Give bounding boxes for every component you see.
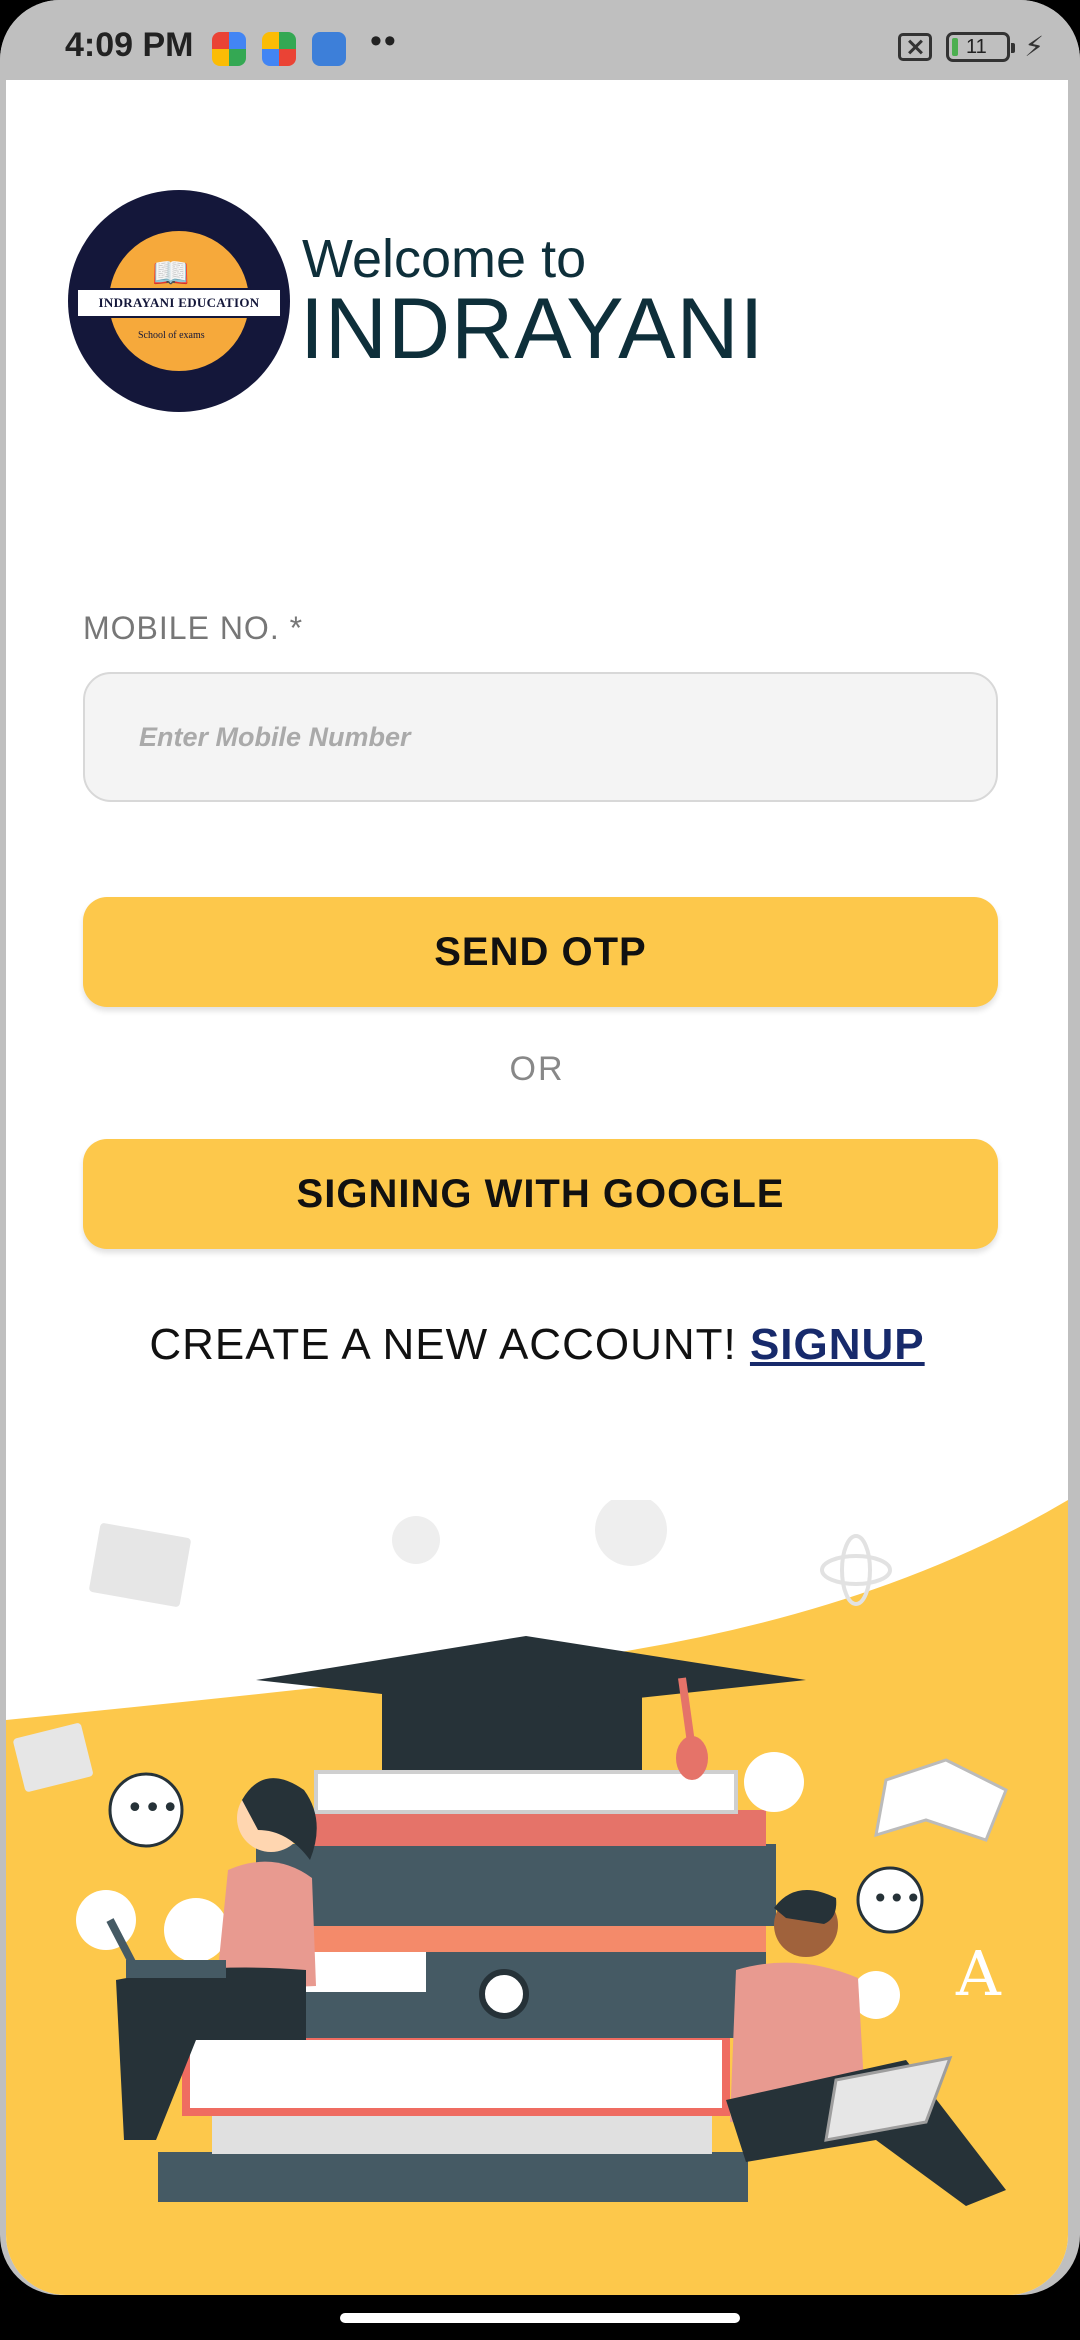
battery-icon: 11: [946, 31, 1016, 62]
charging-icon: ⚡: [1024, 31, 1044, 62]
chat-bubble-dots: •••: [872, 1882, 922, 1915]
indrayani-logo: 📖 INDRAYANI EDUCATION School of exams: [68, 190, 290, 412]
letter-a-icon: A: [955, 1937, 1002, 2010]
brand-title: INDRAYANI: [300, 281, 765, 377]
google-signin-button[interactable]: SIGNING WITH GOOGLE: [83, 1139, 998, 1249]
book: [212, 2110, 712, 2154]
gear-icon: [744, 1752, 804, 1812]
app-notification-icon: [212, 32, 246, 66]
chat-bubble-dots: •••: [126, 1791, 179, 1826]
message-notification-icon: [312, 32, 346, 66]
book: [182, 2032, 730, 2116]
image-placeholder-icon: [89, 1523, 191, 1607]
signup-link[interactable]: SIGNUP: [750, 1320, 925, 1369]
book: [158, 2152, 748, 2202]
gear-icon: [76, 1890, 136, 1950]
login-screen: 📖 INDRAYANI EDUCATION School of exams We…: [6, 80, 1068, 2295]
or-divider: OR: [509, 1050, 565, 1088]
battery-level: 11: [965, 35, 987, 58]
app-notification-icon: [262, 32, 296, 66]
gear-icon: [392, 1516, 440, 1564]
students-books-illustration: ••• ••• A: [6, 1500, 1068, 2295]
laptop-icon: [126, 1960, 226, 1978]
book: [306, 1924, 766, 1952]
book-ring: [479, 1969, 529, 2019]
gear-icon: [164, 1898, 228, 1962]
signup-prompt: CREATE A NEW ACCOUNT!: [149, 1320, 750, 1369]
no-sim-icon: [898, 32, 933, 61]
send-otp-button[interactable]: SEND OTP: [83, 897, 998, 1007]
tassel-end: [676, 1736, 708, 1780]
signup-row: CREATE A NEW ACCOUNT! SIGNUP: [6, 1320, 1068, 1370]
atom-icon: [820, 1554, 892, 1586]
mobile-label: MOBILE NO. *: [83, 610, 304, 646]
status-time: 4:09 PM: [65, 26, 194, 64]
status-right: 11 ⚡: [898, 30, 1044, 63]
book: [314, 1770, 738, 1814]
logo-ribbon: INDRAYANI EDUCATION: [76, 288, 282, 318]
gear-icon: [595, 1500, 667, 1566]
more-notifications-icon: ••: [370, 22, 398, 60]
mobile-number-input[interactable]: [83, 672, 998, 802]
atom-icon: [840, 1534, 872, 1606]
open-book-icon: 📖: [152, 257, 190, 290]
book: [306, 1810, 766, 1846]
logo-subtext: School of exams: [138, 330, 205, 341]
book: [256, 1844, 776, 1926]
status-bar: 4:09 PM •• 11 ⚡: [0, 0, 1080, 80]
home-indicator[interactable]: [340, 2313, 740, 2323]
phone-frame: 4:09 PM •• 11 ⚡ 📖 INDRAYANI EDUCATION Sc…: [0, 0, 1080, 2295]
